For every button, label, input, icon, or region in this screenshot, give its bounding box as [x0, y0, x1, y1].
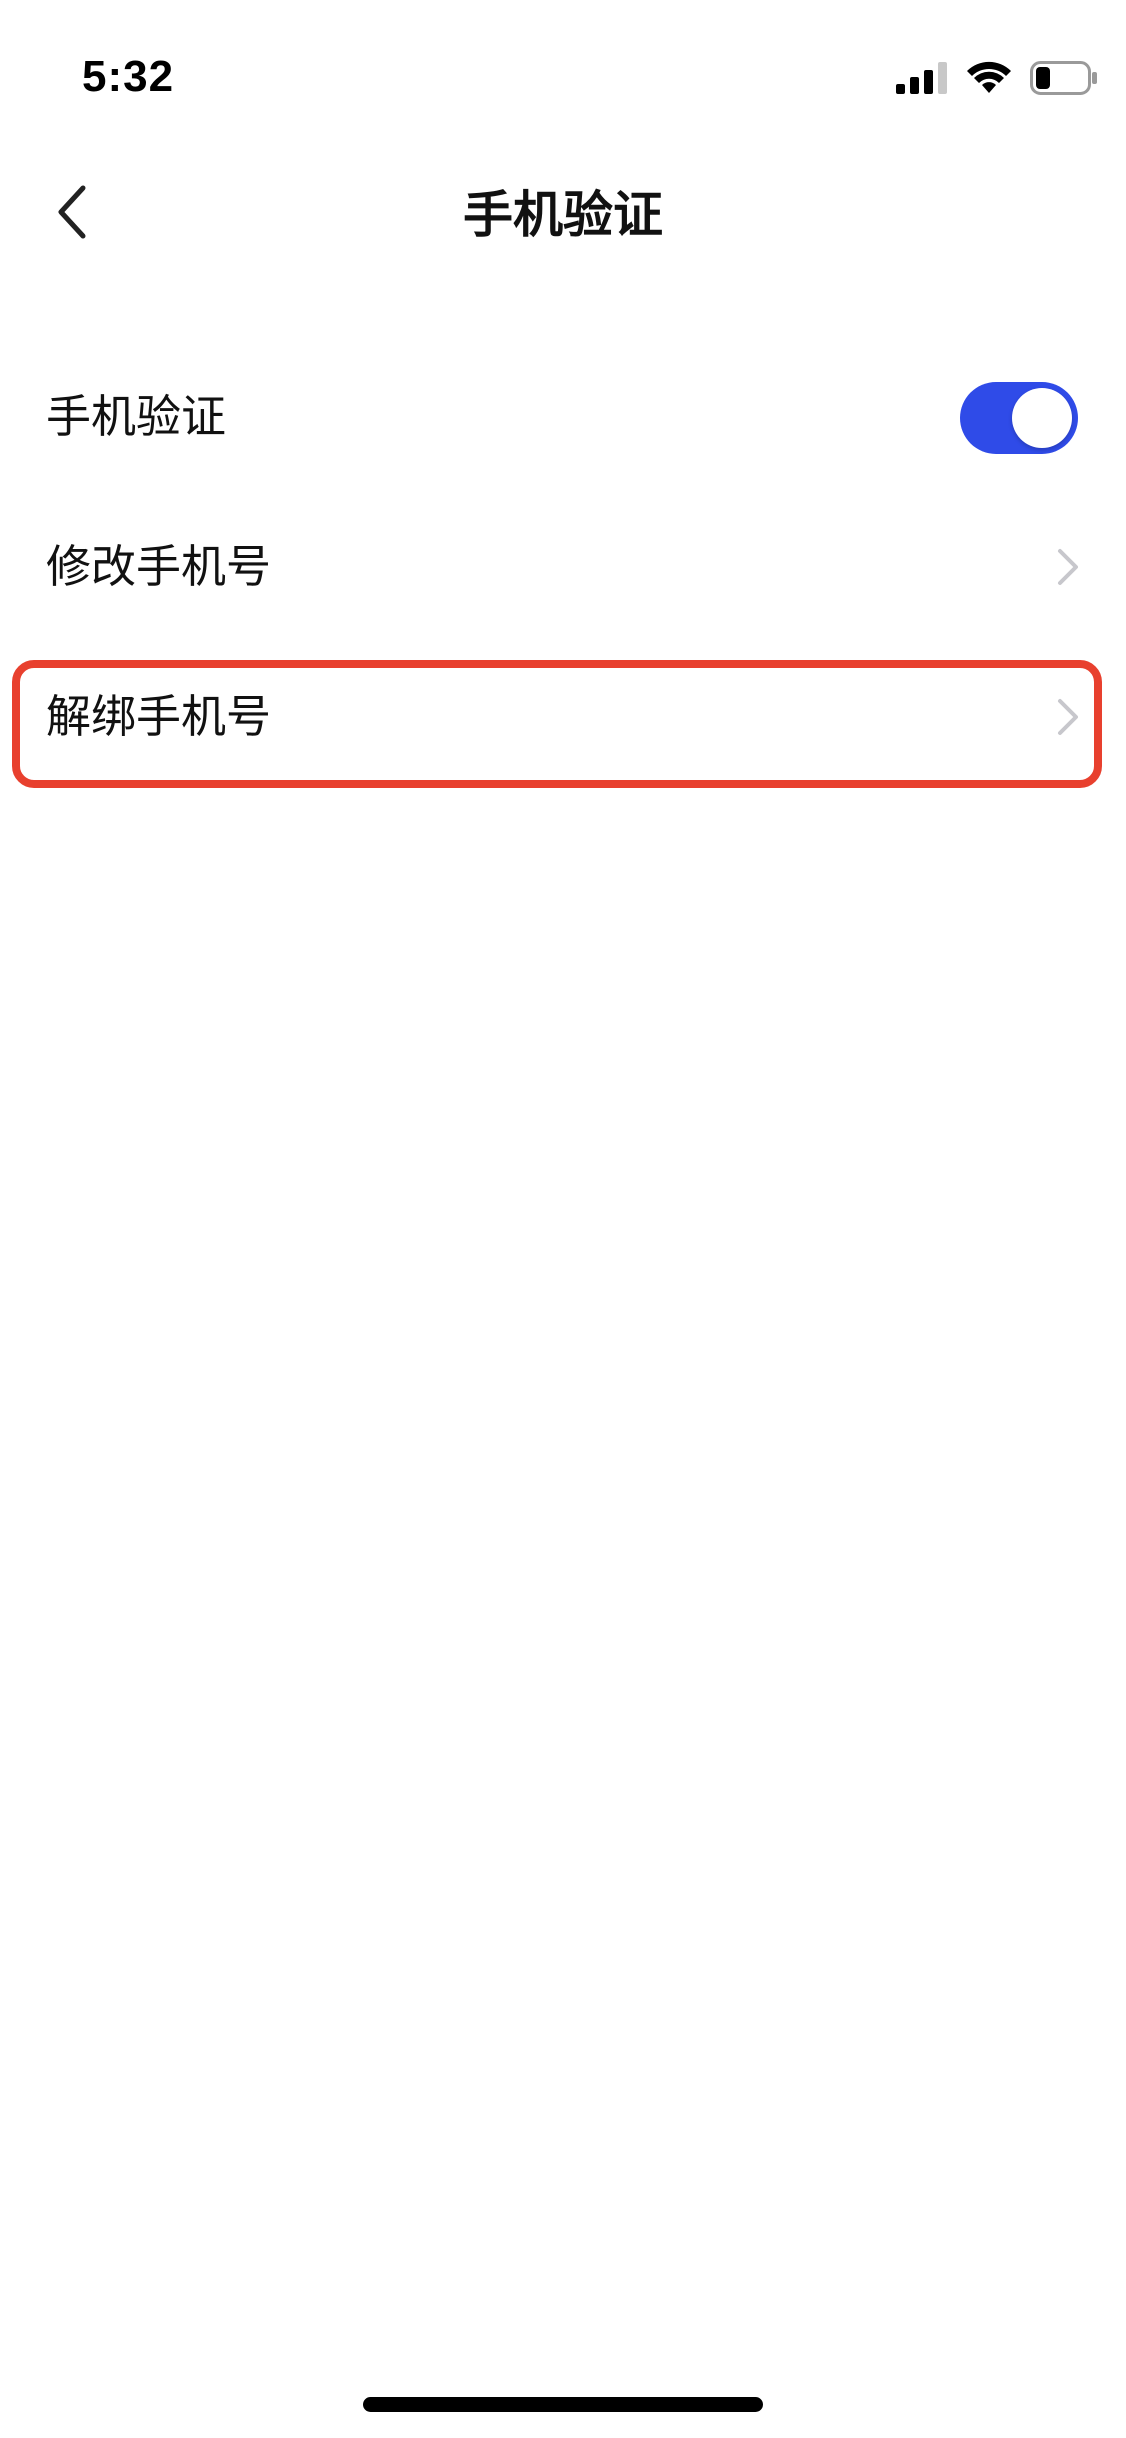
status-icons	[896, 61, 1098, 99]
unbind-phone-row[interactable]: 解绑手机号	[0, 642, 1126, 792]
phone-verification-label: 手机验证	[46, 390, 227, 443]
status-bar: 5:32	[0, 0, 1126, 150]
phone-verification-screen: 5:32 手机验证 手机验证 修改手机号 解绑手机号	[0, 0, 1126, 2438]
page-title: 手机验证	[463, 186, 663, 244]
home-indicator[interactable]	[363, 2397, 763, 2412]
wifi-icon	[966, 61, 1012, 99]
modify-phone-row[interactable]: 修改手机号	[0, 492, 1126, 642]
chevron-right-icon	[1056, 547, 1080, 587]
modify-phone-label: 修改手机号	[46, 540, 272, 593]
phone-verification-row: 手机验证	[0, 342, 1126, 492]
chevron-right-icon	[1056, 697, 1080, 737]
unbind-phone-label: 解绑手机号	[46, 690, 272, 743]
toggle-knob	[1012, 388, 1072, 448]
phone-verification-toggle[interactable]	[960, 382, 1078, 454]
signal-icon	[896, 62, 948, 98]
battery-icon	[1030, 61, 1098, 99]
status-time: 5:32	[82, 52, 175, 101]
